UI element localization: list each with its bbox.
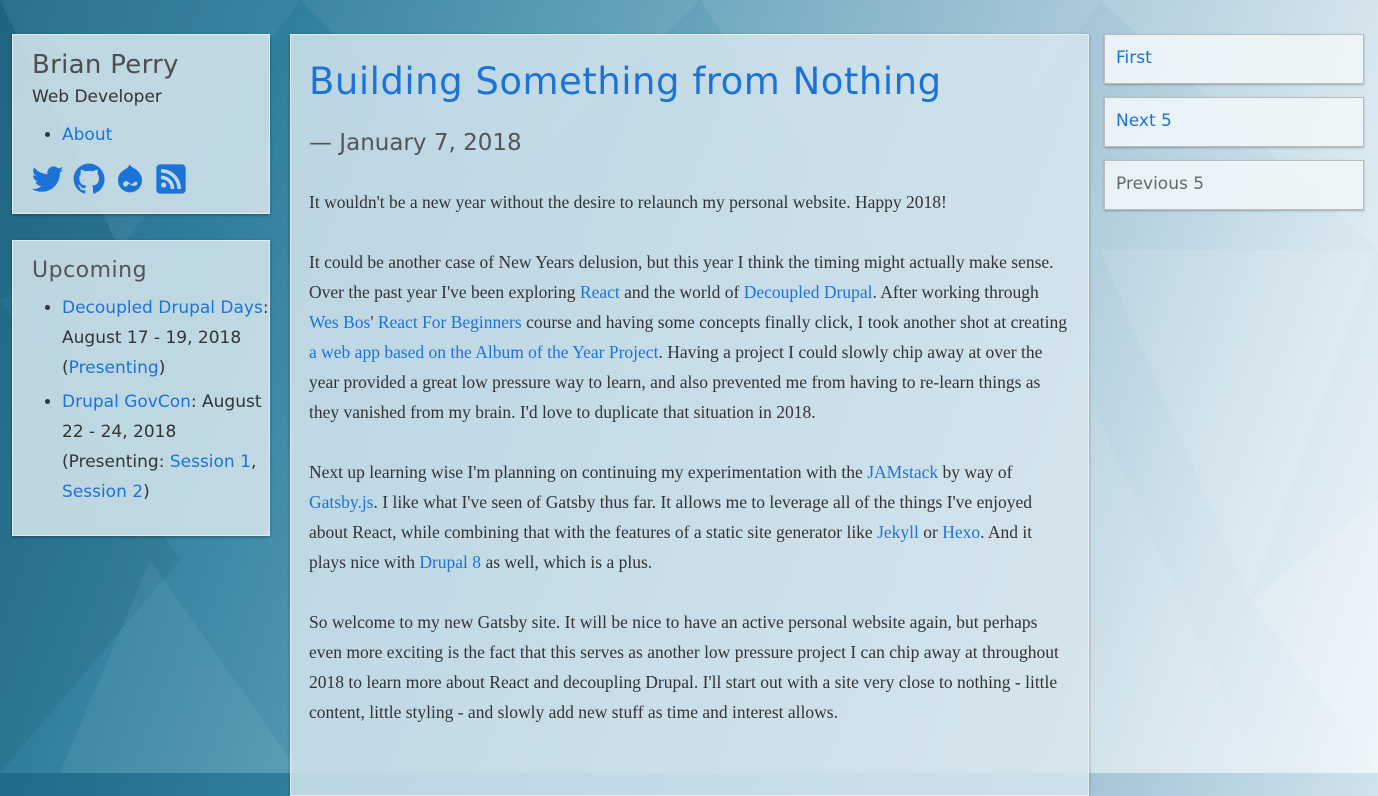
text: by way of	[938, 462, 1013, 482]
article-panel: Building Something from Nothing — Januar…	[290, 34, 1089, 796]
jamstack-link[interactable]: JAMstack	[867, 462, 938, 482]
rss-icon[interactable]	[155, 163, 187, 195]
pager-first-label: First	[1116, 48, 1152, 68]
text: . After working through	[872, 282, 1039, 302]
event-close: )	[143, 482, 150, 502]
album-of-the-year-link[interactable]: a web app based on the Album of the Year…	[309, 342, 658, 362]
drupal-8-link[interactable]: Drupal 8	[419, 552, 481, 572]
presenting-link[interactable]: Presenting	[69, 358, 159, 378]
session-2-link[interactable]: Session 2	[62, 482, 143, 502]
site-author-role: Web Developer	[32, 87, 162, 107]
session-1-link[interactable]: Session 1	[170, 452, 251, 472]
pager-first-button[interactable]: First	[1104, 34, 1364, 84]
wes-bos-link[interactable]: Wes Bos	[309, 312, 370, 332]
jekyll-link[interactable]: Jekyll	[877, 522, 919, 542]
paragraph: Next up learning wise I'm planning on co…	[309, 457, 1071, 577]
upcoming-title: Upcoming	[32, 258, 148, 283]
event-link-decoupled-drupal-days[interactable]: Decoupled Drupal Days	[62, 298, 263, 318]
hexo-link[interactable]: Hexo	[942, 522, 980, 542]
text: Next up learning wise I'm planning on co…	[309, 462, 868, 482]
post-body: It wouldn't be a new year without the de…	[309, 187, 1071, 757]
text: and the world of	[619, 282, 744, 302]
post-date: — January 7, 2018	[309, 130, 522, 156]
upcoming-event: Decoupled Drupal Days: August 17 - 19, 2…	[62, 293, 284, 383]
post-title[interactable]: Building Something from Nothing	[309, 60, 942, 103]
react-link[interactable]: React	[580, 282, 620, 302]
text: as well, which is a plus.	[481, 552, 653, 572]
drupal-icon[interactable]	[114, 163, 146, 195]
paragraph: It could be another case of New Years de…	[309, 247, 1071, 427]
upcoming-card: Upcoming Decoupled Drupal Days: August 1…	[12, 240, 270, 536]
upcoming-list: Decoupled Drupal Days: August 17 - 19, 2…	[32, 293, 284, 511]
about-link[interactable]: About	[62, 125, 112, 145]
upcoming-event: Drupal GovCon: August 22 - 24, 2018 (Pre…	[62, 387, 284, 507]
event-link-drupal-govcon[interactable]: Drupal GovCon	[62, 392, 191, 412]
text: '	[370, 312, 378, 332]
pager-next-label: Next 5	[1116, 111, 1172, 131]
github-icon[interactable]	[73, 163, 105, 195]
pager-next-button[interactable]: Next 5	[1104, 97, 1364, 147]
pager-previous-button: Previous 5	[1104, 160, 1364, 210]
profile-nav: About	[32, 125, 112, 145]
profile-card: Brian Perry Web Developer About	[12, 34, 270, 214]
pager-previous-label: Previous 5	[1116, 174, 1205, 194]
event-close: )	[158, 358, 166, 378]
event-separator: ,	[250, 452, 257, 472]
decoupled-drupal-link[interactable]: Decoupled Drupal	[744, 282, 873, 302]
paragraph: So welcome to my new Gatsby site. It wil…	[309, 612, 1059, 722]
react-for-beginners-link[interactable]: React For Beginners	[378, 312, 522, 332]
paragraph: It wouldn't be a new year without the de…	[309, 192, 947, 212]
nav-item-about: About	[62, 125, 112, 145]
text: or	[918, 522, 943, 542]
social-links	[31, 163, 187, 195]
gatsby-link[interactable]: Gatsby.js	[309, 492, 374, 512]
text: course and having some concepts finally …	[521, 312, 1067, 332]
twitter-icon[interactable]	[31, 163, 64, 195]
site-author-name[interactable]: Brian Perry	[32, 50, 179, 80]
